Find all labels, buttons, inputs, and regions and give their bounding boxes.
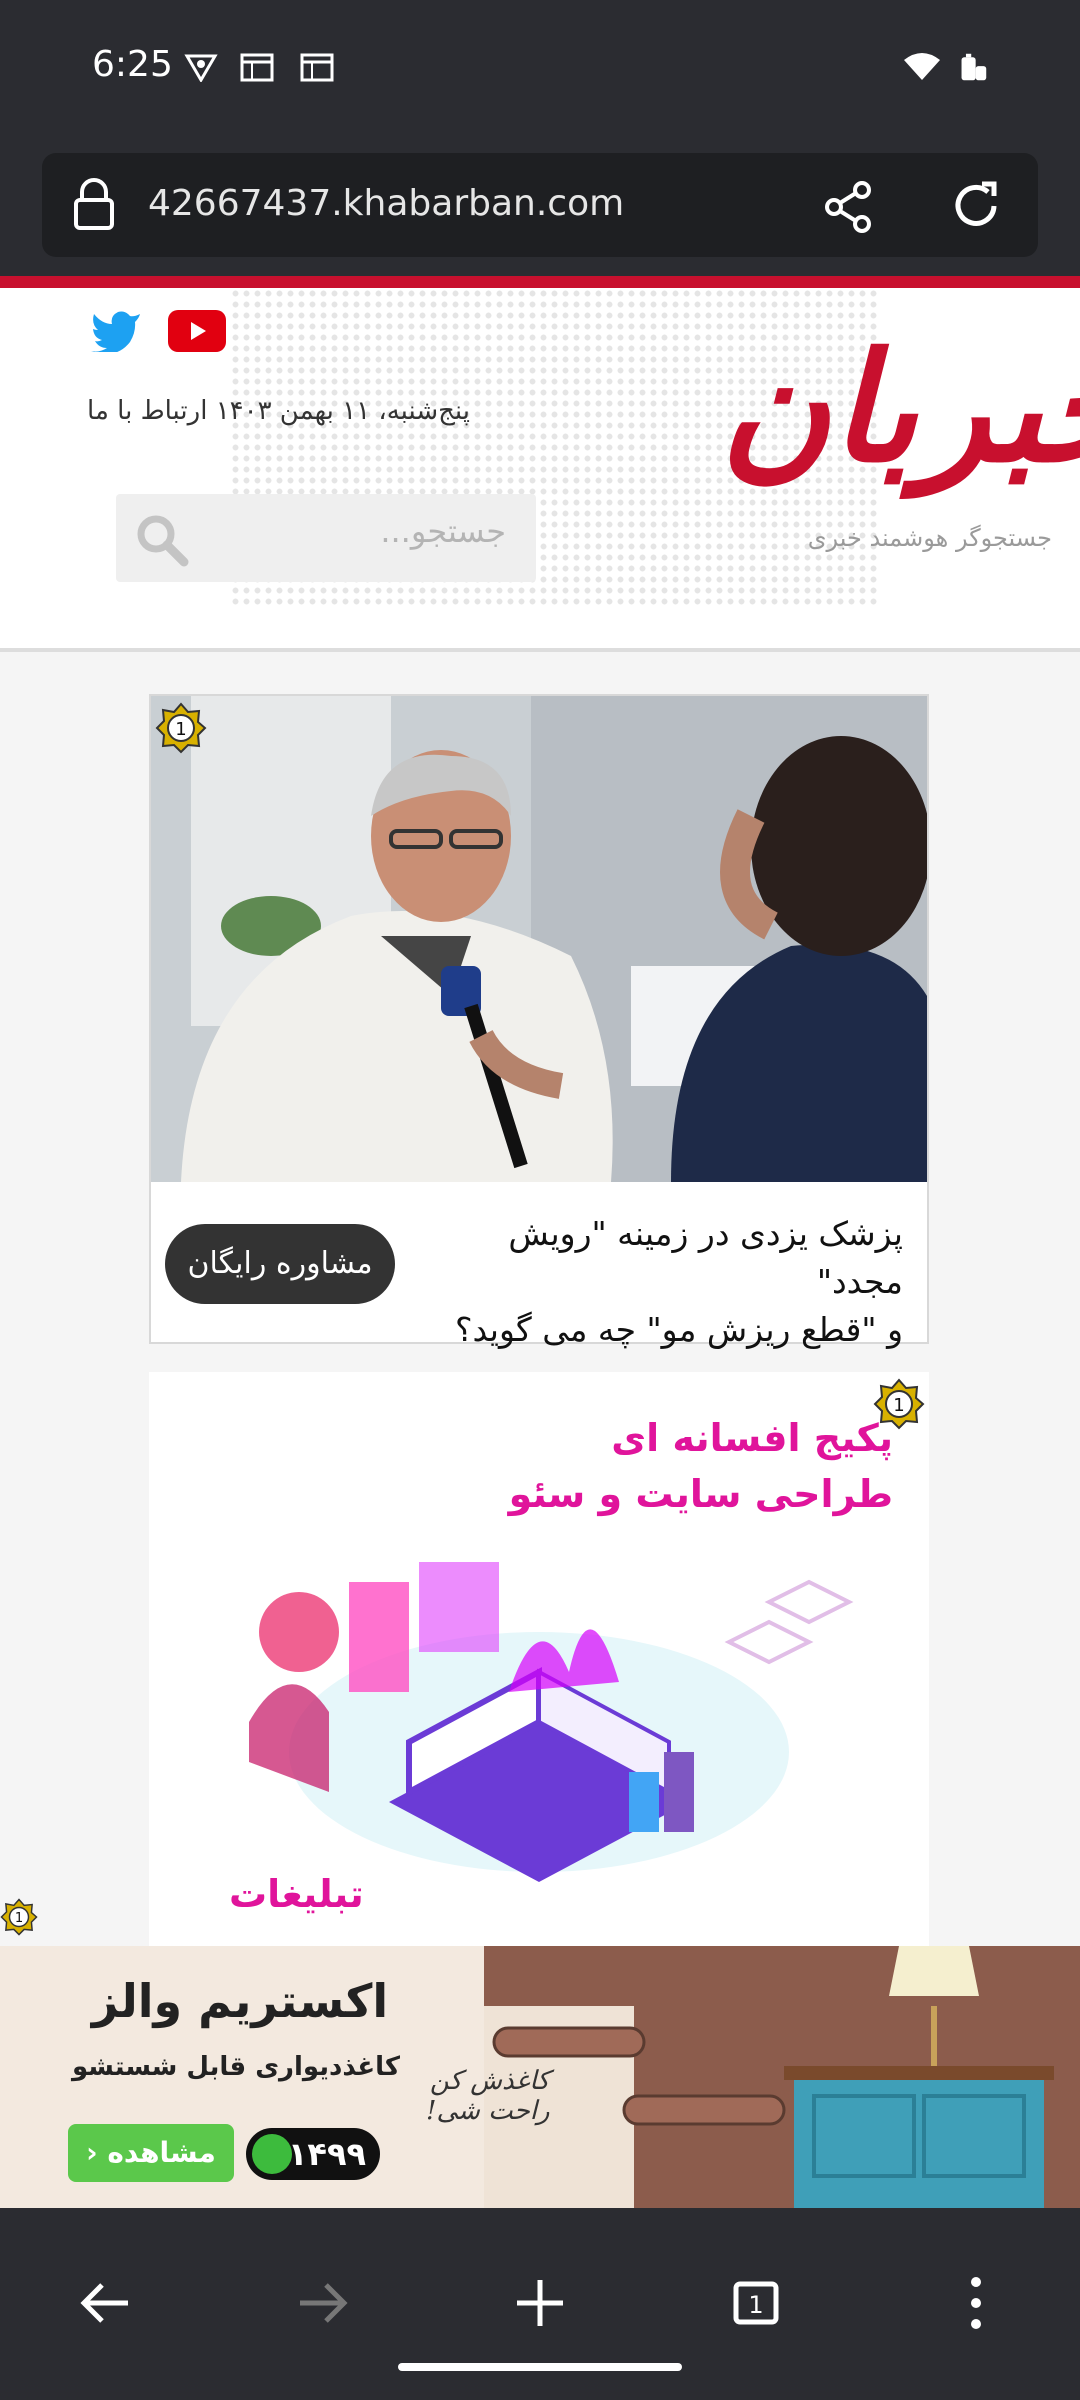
ad-headline[interactable]: پزشک یزدی در زمینه "رویش مجدد" و "قطع ری… xyxy=(433,1210,903,1354)
wifi-icon xyxy=(904,53,940,80)
ad-card-hair-clinic[interactable]: 1 پزشک یزدی در زمینه "رویش مجدد" و "قطع … xyxy=(149,694,929,1349)
ad2-title-line2[interactable]: طراحی سایت و سئو xyxy=(509,1472,893,1516)
site-search-input[interactable]: جستجو... xyxy=(116,494,536,582)
ad-photo[interactable]: 1 xyxy=(151,696,927,1182)
banner-script-line1: کاغذش کن xyxy=(429,2066,550,2096)
status-bar: 6:25 xyxy=(0,0,1080,136)
banner-brand[interactable]: اکستریم والز xyxy=(80,1974,400,2028)
interview-photo xyxy=(151,696,927,1182)
battery-icon xyxy=(961,53,987,81)
reload-icon[interactable] xyxy=(948,178,1004,234)
ad-badge-icon[interactable]: 1 xyxy=(155,702,207,754)
site-tagline: جستجوگر هوشمند خبری xyxy=(807,524,1052,552)
ad-badge-number: 1 xyxy=(893,1395,904,1416)
chevron-left-icon: ‹ xyxy=(86,2136,98,2169)
ad-badge-number: 1 xyxy=(15,1911,23,1926)
banner-view-button[interactable]: مشاهده ‹ xyxy=(68,2124,234,2182)
ad2-title-line1[interactable]: پکیج افسانه ای xyxy=(611,1416,893,1460)
forward-icon[interactable] xyxy=(272,2258,372,2348)
twitter-icon[interactable] xyxy=(90,308,142,352)
site-header: پنج‌شنبه، ۱۱ بهمن ۱۴۰۳ ارتباط با ما جستج… xyxy=(0,288,1080,650)
calendar-icon xyxy=(240,53,274,82)
youtube-icon[interactable] xyxy=(168,310,226,352)
lock-icon[interactable] xyxy=(72,178,116,232)
share-icon[interactable] xyxy=(822,180,876,234)
wallpaper-illustration xyxy=(484,1946,1080,2208)
back-icon[interactable] xyxy=(56,2258,156,2348)
header-divider xyxy=(0,648,1080,652)
ad-badge-icon[interactable]: 1 xyxy=(0,1898,38,1936)
search-placeholder: جستجو... xyxy=(380,512,506,550)
new-tab-icon[interactable] xyxy=(490,2258,590,2348)
banner-phone-number[interactable]: ۱۴۹۹ xyxy=(288,2135,366,2173)
ad-headline-line1[interactable]: پزشک یزدی در زمینه "رویش مجدد" xyxy=(433,1210,903,1306)
banner-script-text: کاغذش کن راحت شی! xyxy=(426,2066,550,2126)
status-time: 6:25 xyxy=(92,44,173,85)
banner-phone[interactable]: ۱۴۹۹ xyxy=(246,2128,380,2180)
search-icon[interactable] xyxy=(134,512,190,568)
banner-script-line2: راحت شی! xyxy=(426,2096,550,2126)
tabs-icon[interactable]: 1 xyxy=(706,2258,806,2348)
tab-count: 1 xyxy=(748,2291,763,2319)
vpn-key-icon xyxy=(184,54,218,82)
banner-subtitle[interactable]: کاغذدیواری قابل شستشو xyxy=(72,2052,400,2082)
banner-right-panel xyxy=(484,1946,1080,2208)
banner-view-label[interactable]: مشاهده xyxy=(107,2136,215,2169)
site-logo[interactable]: خبربان xyxy=(720,320,1080,496)
ad-badge-number: 1 xyxy=(175,719,186,740)
calendar-icon xyxy=(300,53,334,82)
site-top-accent xyxy=(0,276,1080,288)
phone-icon xyxy=(252,2134,292,2174)
free-consultation-button[interactable]: مشاوره رایگان xyxy=(165,1224,395,1304)
ad-headline-line2[interactable]: و "قطع ریزش مو" چه می گوید؟ xyxy=(433,1306,903,1354)
ad2-footer-text[interactable]: تبلیغات xyxy=(229,1872,364,1916)
gesture-handle[interactable] xyxy=(398,2363,682,2371)
url-text[interactable]: 42667437.khabarban.com xyxy=(148,183,624,224)
ad-card-web-design[interactable]: 1 پکیج افسانه ای طراحی سایت و سئو تبلیغا… xyxy=(149,1372,929,1946)
laptop-analytics-illustration xyxy=(249,1562,854,1882)
bottom-banner-ad[interactable]: اکستریم والز کاغذدیواری قابل شستشو ۱۴۹۹ … xyxy=(0,1946,1080,2208)
date-and-contact[interactable]: پنج‌شنبه، ۱۱ بهمن ۱۴۰۳ ارتباط با ما xyxy=(87,396,470,426)
menu-icon[interactable] xyxy=(926,2258,1026,2348)
browser-bottom-nav: 1 xyxy=(0,2208,1080,2400)
